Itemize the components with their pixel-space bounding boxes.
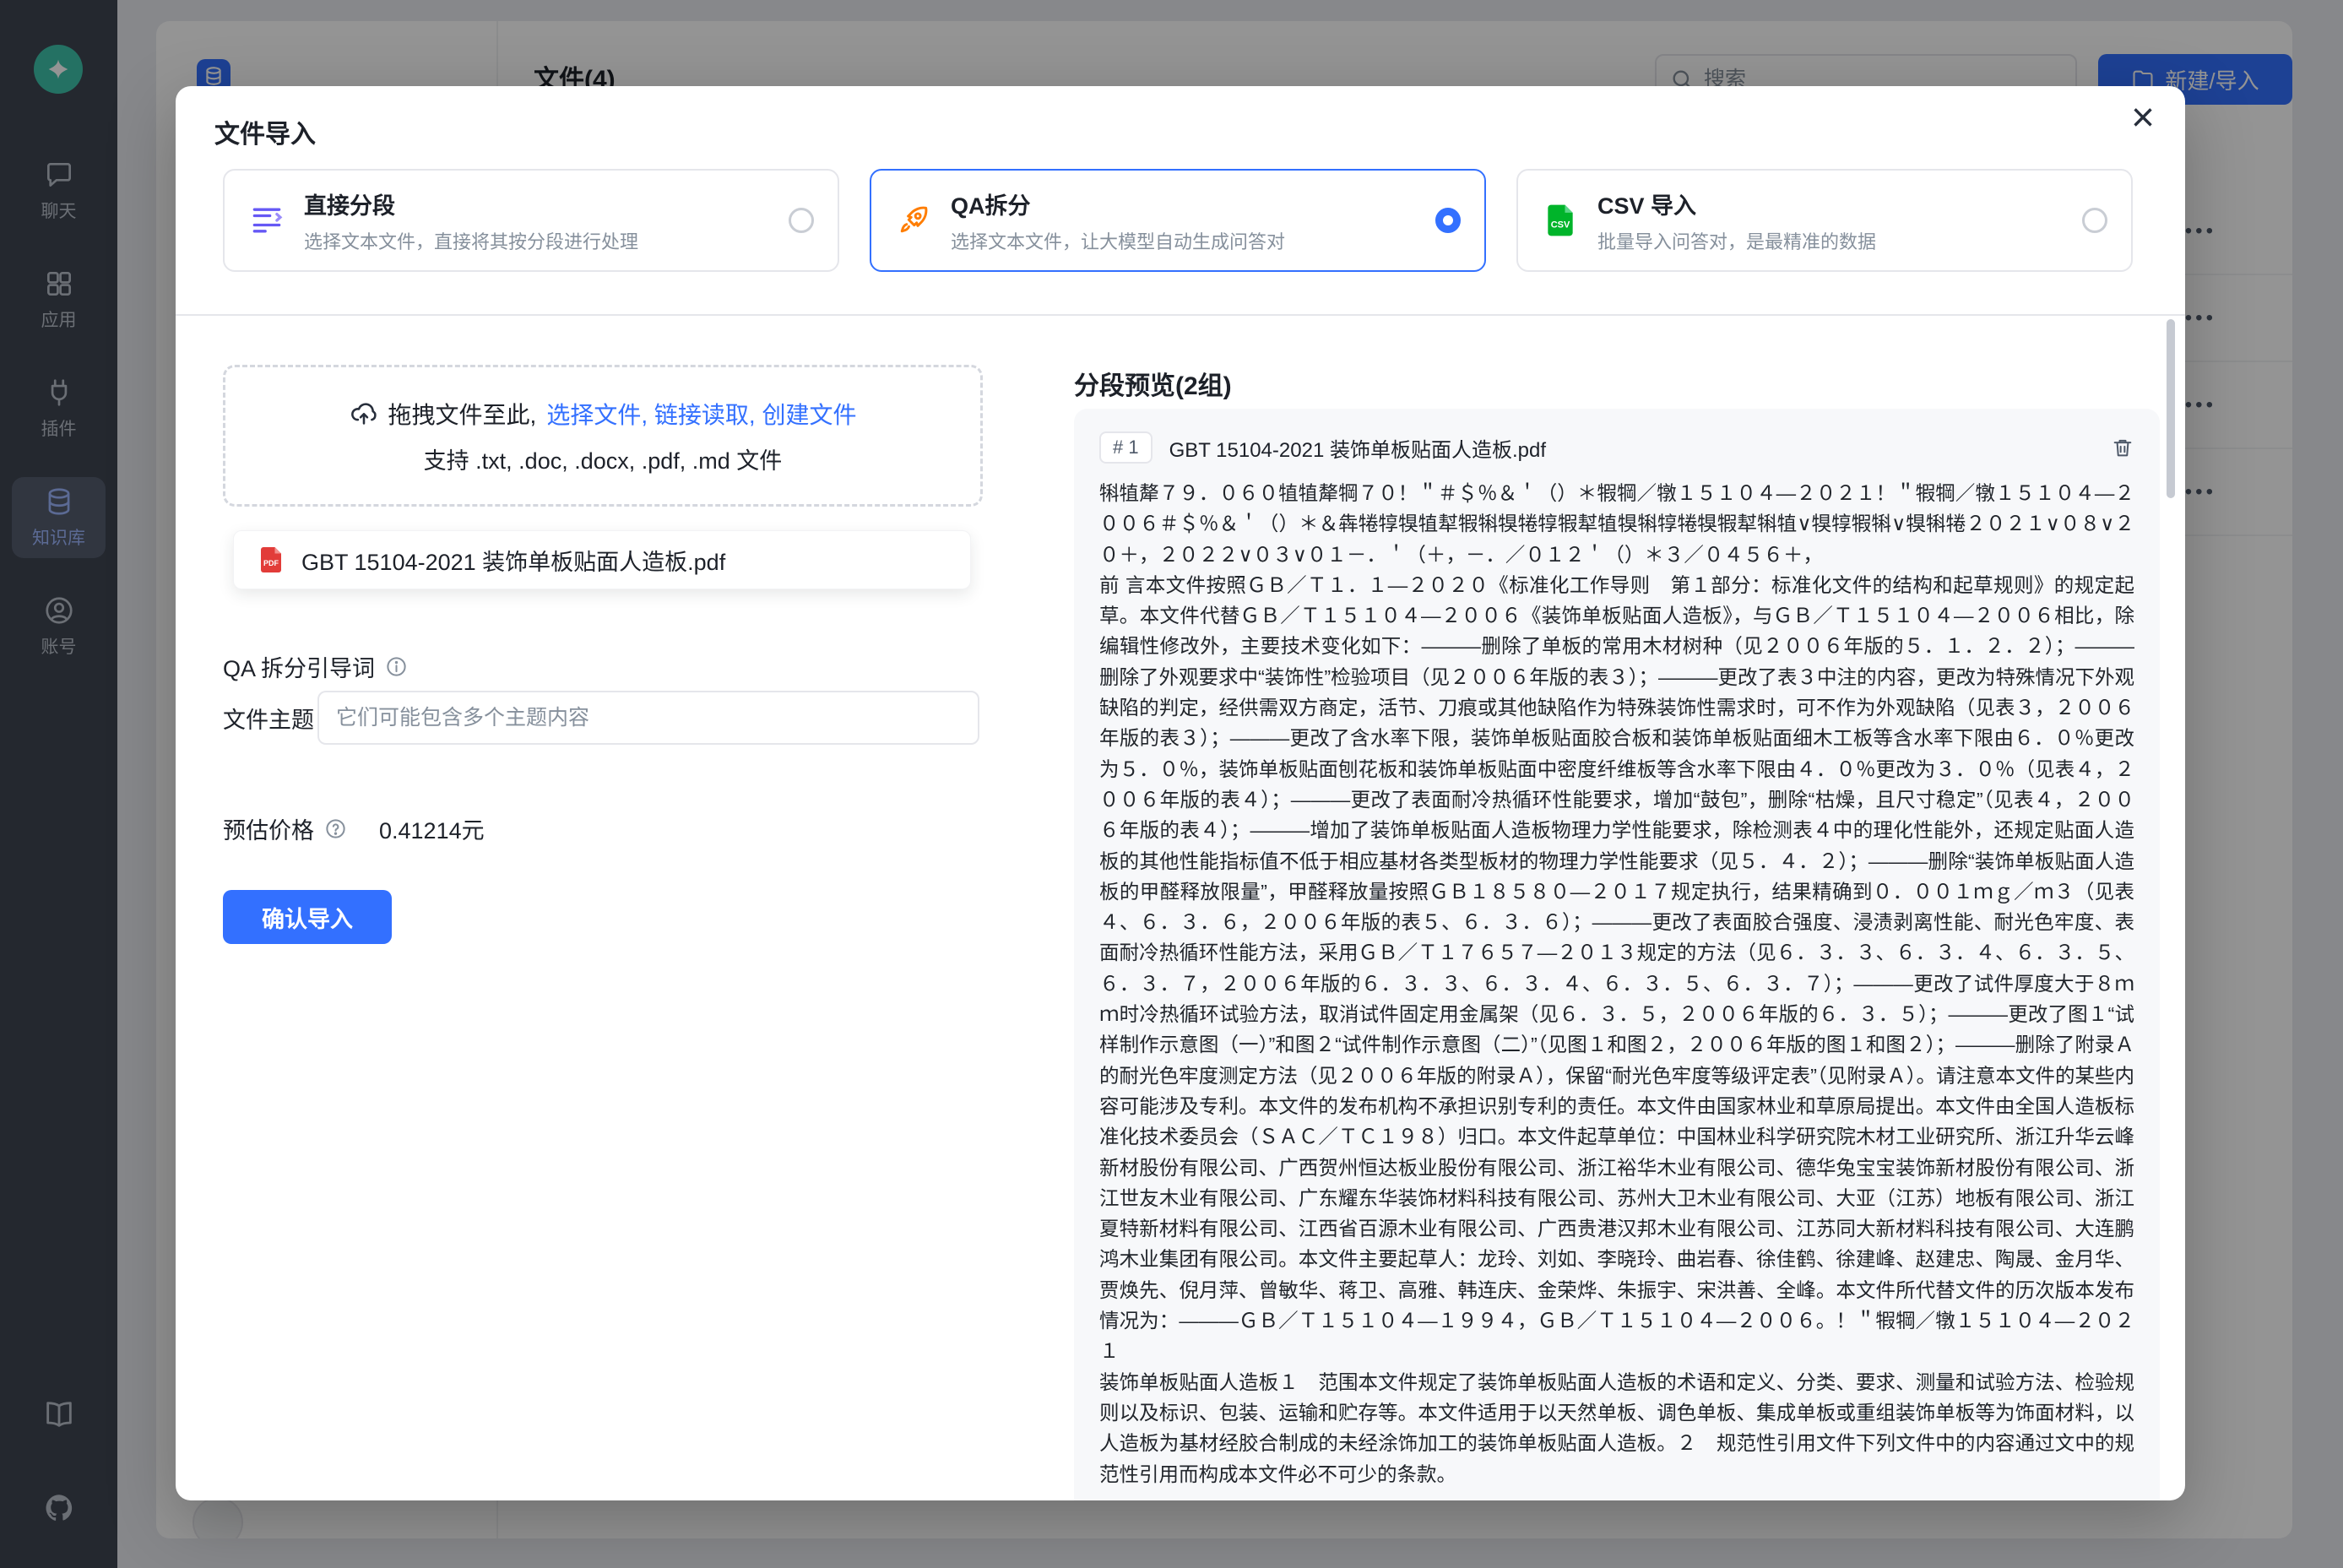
mode-title: 直接分段 — [304, 187, 638, 220]
chunk-index-badge: # 1 — [1099, 431, 1153, 464]
modal-scrollbar-thumb[interactable] — [2167, 319, 2175, 498]
mode-desc: 选择文本文件，让大模型自动生成问答对 — [951, 227, 1285, 254]
segment-icon — [248, 202, 285, 239]
rocket-icon — [895, 202, 932, 239]
dropzone-text: 拖拽文件至此, — [388, 397, 537, 431]
delete-chunk-button[interactable] — [2111, 436, 2134, 459]
svg-text:PDF: PDF — [263, 559, 279, 567]
svg-text:CSV: CSV — [1551, 220, 1570, 230]
price-label: 预估价格 — [223, 812, 314, 845]
modal-title: 文件导入 — [214, 113, 316, 150]
trash-icon — [2111, 436, 2134, 459]
mode-desc: 选择文本文件，直接将其按分段进行处理 — [304, 227, 638, 254]
mode-radio[interactable] — [2082, 208, 2107, 233]
price-value: 0.41214元 — [379, 812, 485, 845]
qa-prompt-label: QA 拆分引导词 — [223, 650, 375, 683]
info-icon[interactable] — [385, 655, 408, 678]
modal-divider — [176, 314, 2185, 316]
cloud-upload-icon — [350, 399, 378, 428]
mode-card-csv-import[interactable]: CSV CSV 导入 批量导入问答对，是最精准的数据 — [1516, 169, 2133, 272]
uploaded-file-name: GBT 15104-2021 装饰单板贴面人造板.pdf — [301, 544, 725, 577]
help-icon[interactable] — [324, 817, 347, 840]
topic-row: 文件主题 — [223, 691, 979, 745]
mode-card-qa-split[interactable]: QA拆分 选择文本文件，让大模型自动生成问答对 — [870, 169, 1486, 272]
pdf-file-icon: PDF — [256, 545, 286, 575]
mode-card-direct-segment[interactable]: 直接分段 选择文本文件，直接将其按分段进行处理 — [223, 169, 839, 272]
mode-desc: 批量导入问答对，是最精准的数据 — [1597, 227, 1876, 254]
dropzone-links[interactable]: 选择文件, 链接读取, 创建文件 — [546, 397, 856, 431]
dropzone-support-text: 支持 .txt, .doc, .docx, .pdf, .md 文件 — [424, 442, 783, 475]
chunk-text: 犐犆犛７９．０６０犆犆犛犅７０！＂＃＄％＆＇（）＊犌犅／犜１５１０４—２０２１！… — [1099, 478, 2134, 1491]
topic-input[interactable] — [317, 691, 979, 745]
mode-radio-checked[interactable] — [1435, 208, 1461, 233]
csv-file-icon: CSV — [1542, 202, 1579, 239]
mode-title: QA拆分 — [951, 187, 1285, 220]
qa-prompt-row: QA 拆分引导词 — [223, 650, 408, 683]
mode-title: CSV 导入 — [1597, 187, 1876, 220]
chunk-preview-card: # 1 GBT 15104-2021 装饰单板贴面人造板.pdf 犐犆犛７９．０… — [1074, 409, 2160, 1500]
uploaded-file-item[interactable]: PDF GBT 15104-2021 装饰单板贴面人造板.pdf — [233, 530, 971, 589]
close-icon[interactable]: × — [2131, 98, 2155, 138]
mode-radio[interactable] — [789, 208, 814, 233]
confirm-import-button[interactable]: 确认导入 — [223, 890, 392, 944]
chunk-file-name: GBT 15104-2021 装饰单板贴面人造板.pdf — [1169, 433, 2094, 463]
price-row: 预估价格 0.41214元 — [223, 807, 485, 849]
file-import-modal: 文件导入 × 直接分段 选择文本文件，直接将其按分段进行处理 QA拆分 选择文本… — [176, 86, 2185, 1500]
topic-label: 文件主题 — [223, 702, 317, 735]
import-mode-cards: 直接分段 选择文本文件，直接将其按分段进行处理 QA拆分 选择文本文件，让大模型… — [223, 169, 2133, 272]
preview-heading: 分段预览(2组) — [1074, 365, 1232, 402]
file-dropzone[interactable]: 拖拽文件至此, 选择文件, 链接读取, 创建文件 支持 .txt, .doc, … — [223, 365, 983, 507]
